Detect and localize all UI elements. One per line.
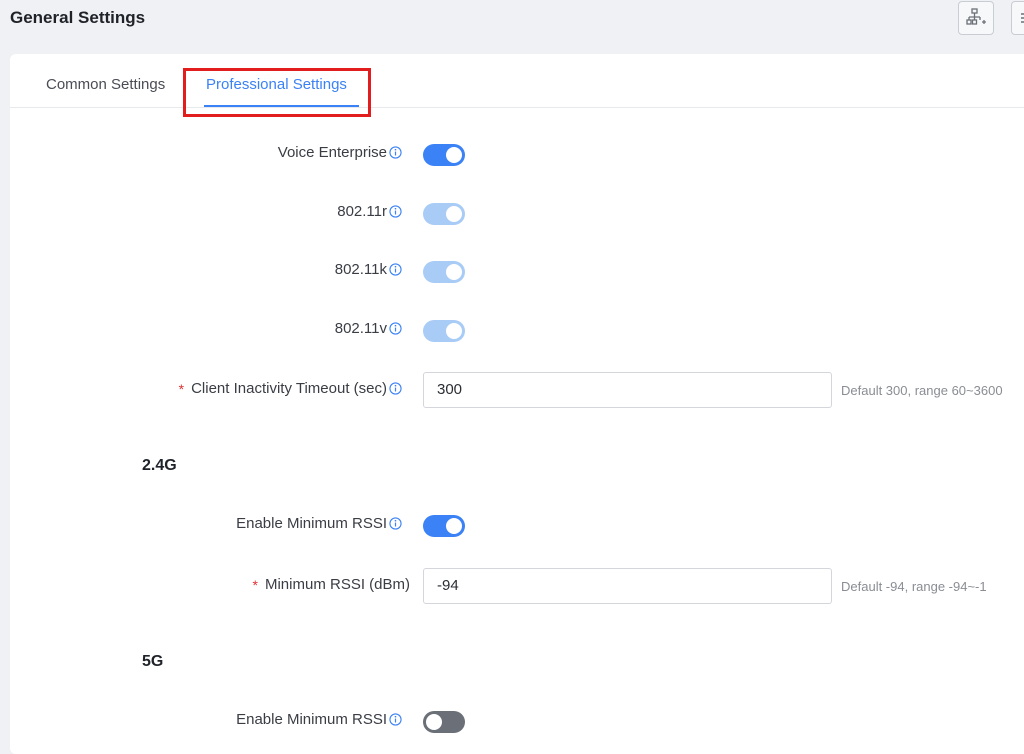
network-add-icon bbox=[966, 8, 986, 25]
dot11v-text: 802.11v bbox=[334, 320, 387, 337]
voice-enterprise-text: Voice Enterprise bbox=[277, 144, 387, 161]
dot11v-row: 802.11v bbox=[10, 312, 1024, 348]
band24-enable-min-rssi-text: Enable Minimum RSSI bbox=[236, 515, 387, 532]
section-title-5g: 5G bbox=[142, 653, 164, 670]
client-timeout-hint: Default 300, range 60~3600 bbox=[841, 383, 1003, 398]
tab-common-settings[interactable]: Common Settings bbox=[46, 76, 165, 93]
dot11r-text: 802.11r bbox=[337, 203, 387, 220]
info-icon[interactable] bbox=[389, 146, 402, 159]
section-title-2-4g: 2.4G bbox=[142, 457, 177, 474]
info-icon[interactable] bbox=[389, 713, 402, 726]
dot11r-toggle[interactable] bbox=[423, 203, 465, 225]
voice-enterprise-toggle[interactable] bbox=[423, 144, 465, 166]
dot11k-text: 802.11k bbox=[334, 261, 387, 278]
menu-icon bbox=[1021, 13, 1024, 23]
toggle-knob bbox=[446, 147, 462, 163]
toggle-knob bbox=[446, 323, 462, 339]
highlight-annotation-box bbox=[183, 68, 371, 117]
band24-enable-min-rssi-label: Enable Minimum RSSI bbox=[236, 515, 402, 532]
band24-enable-min-rssi-toggle[interactable] bbox=[423, 515, 465, 537]
band24-min-rssi-input[interactable]: -94 bbox=[423, 568, 832, 604]
info-icon[interactable] bbox=[389, 322, 402, 335]
dot11v-label: 802.11v bbox=[335, 320, 402, 337]
add-network-button[interactable] bbox=[958, 1, 994, 35]
client-timeout-text: Client Inactivity Timeout (sec) bbox=[191, 380, 387, 397]
info-icon[interactable] bbox=[389, 382, 402, 395]
band5-enable-min-rssi-text: Enable Minimum RSSI bbox=[236, 711, 387, 728]
dot11k-label: 802.11k bbox=[335, 261, 402, 278]
voice-enterprise-label: Voice Enterprise bbox=[278, 144, 402, 161]
top-bar: General Settings bbox=[0, 0, 1024, 52]
info-icon[interactable] bbox=[389, 263, 402, 276]
toggle-knob bbox=[426, 714, 442, 730]
client-timeout-input[interactable]: 300 bbox=[423, 372, 832, 408]
tab-bar: Common Settings Professional Settings bbox=[10, 54, 1024, 117]
dot11r-label: 802.11r bbox=[337, 203, 402, 220]
band24-min-rssi-hint: Default -94, range -94~-1 bbox=[841, 579, 987, 594]
menu-button[interactable] bbox=[1011, 1, 1024, 35]
required-mark: * bbox=[252, 576, 258, 593]
toggle-knob bbox=[446, 206, 462, 222]
band24-min-rssi-label: * Minimum RSSI (dBm) bbox=[253, 576, 410, 593]
band24-min-rssi-text: Minimum RSSI (dBm) bbox=[264, 576, 410, 593]
page-title: General Settings bbox=[10, 8, 146, 27]
settings-card: Common Settings Professional Settings Vo… bbox=[10, 54, 1024, 754]
voice-enterprise-row: Voice Enterprise bbox=[10, 136, 1024, 172]
client-timeout-row: * Client Inactivity Timeout (sec) 300 De… bbox=[10, 372, 1024, 408]
info-icon[interactable] bbox=[389, 205, 402, 218]
band5-enable-min-rssi-row: Enable Minimum RSSI bbox=[10, 703, 1024, 739]
client-timeout-label: * Client Inactivity Timeout (sec) bbox=[179, 380, 402, 397]
dot11r-row: 802.11r bbox=[10, 195, 1024, 231]
dot11v-toggle[interactable] bbox=[423, 320, 465, 342]
band5-enable-min-rssi-label: Enable Minimum RSSI bbox=[236, 711, 402, 728]
toggle-knob bbox=[446, 518, 462, 534]
band24-min-rssi-row: * Minimum RSSI (dBm) -94 Default -94, ra… bbox=[10, 568, 1024, 604]
dot11k-row: 802.11k bbox=[10, 253, 1024, 289]
band5-enable-min-rssi-toggle[interactable] bbox=[423, 711, 465, 733]
required-mark: * bbox=[178, 380, 185, 397]
info-icon[interactable] bbox=[389, 517, 402, 530]
dot11k-toggle[interactable] bbox=[423, 261, 465, 283]
toggle-knob bbox=[446, 264, 462, 280]
band24-enable-min-rssi-row: Enable Minimum RSSI bbox=[10, 507, 1024, 543]
